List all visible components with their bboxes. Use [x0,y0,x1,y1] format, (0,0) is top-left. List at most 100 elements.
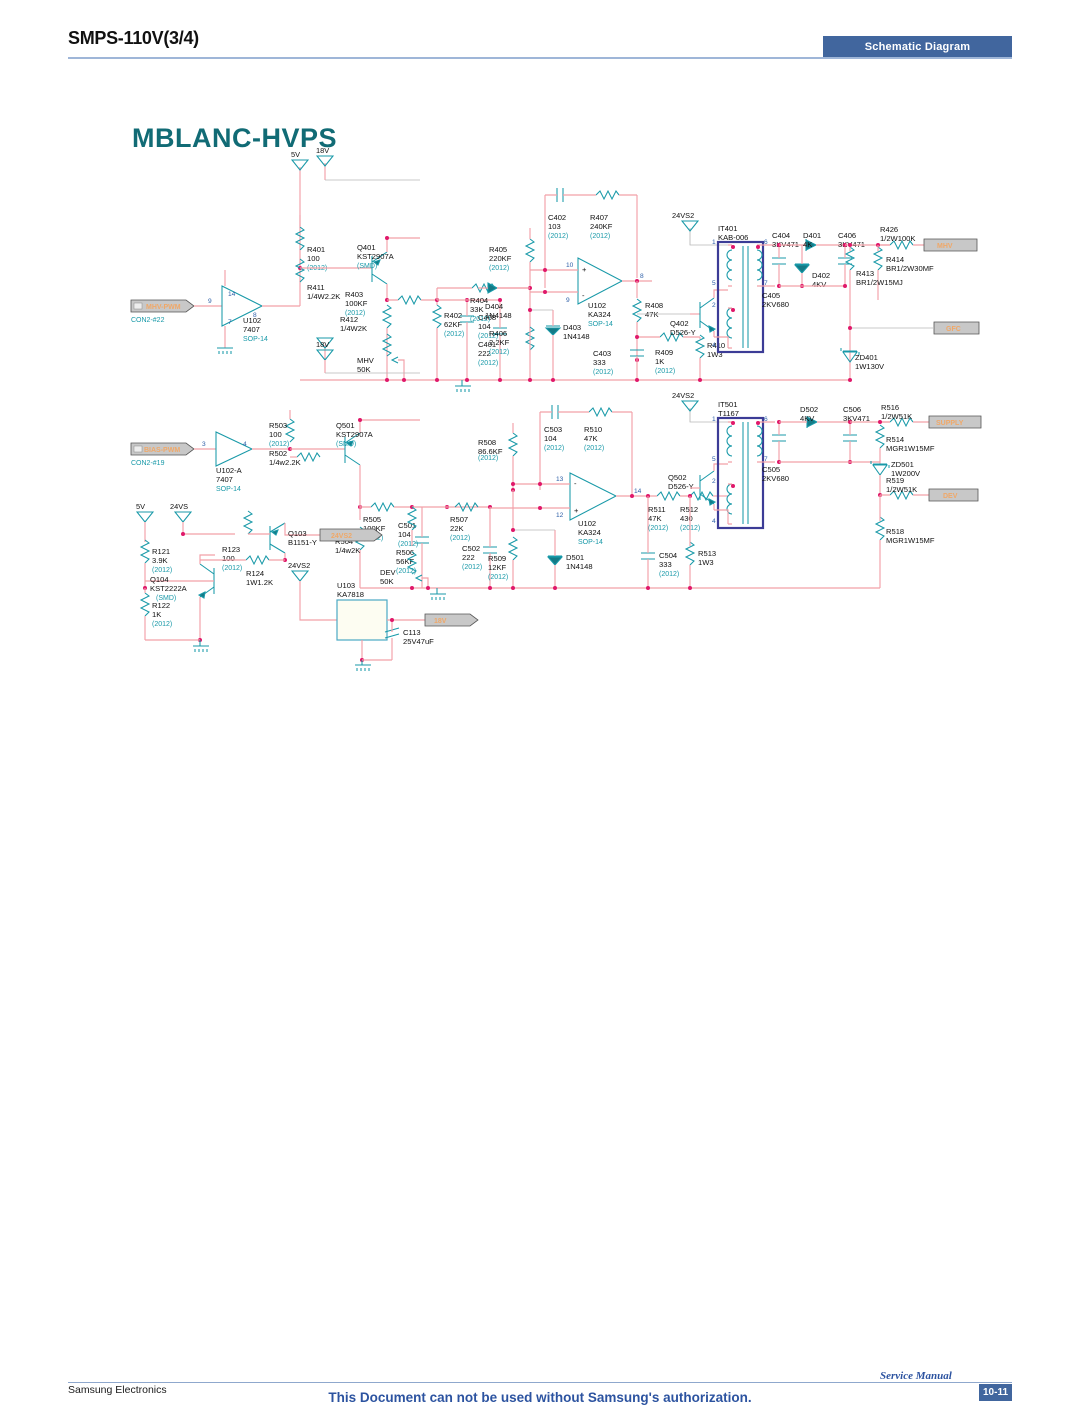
schematic-drawing: 5V 18V MHV-PWM CON2-#22 9 14 8 7 U102 74… [130,146,982,671]
r413-ref: R413 [856,269,874,278]
r507-pkg: (2012) [450,535,470,542]
net-tag-supply-out-label: SUPPLY [936,420,964,427]
r411-val: 1/4W2.2K [307,292,340,301]
footer-page-number: 10-11 [979,1384,1012,1401]
r410-ref: R410 [707,341,725,350]
d404-val: 1N4148 [485,311,512,320]
net-tag-mhv-out[interactable]: MHV [923,238,978,252]
net-tag-gfc-out[interactable]: GFC [933,321,980,335]
r123-ref: R123 [222,545,240,554]
r414-ref: R414 [886,255,904,264]
junction-dot [488,586,492,590]
r411-ref: R411 [307,283,325,292]
r122-pkg: (2012) [152,621,172,628]
r124-ref: R124 [246,569,264,578]
component-c402: C402 103 (2012) [545,188,585,240]
net-tag-bias-pwm[interactable]: BIAS-PWM CON2-#19 [130,442,195,467]
r426-val: 1/2W100K [880,234,915,243]
zd401-val: 1W130V [855,362,885,371]
pin-9-u102: 9 [208,298,212,305]
net-tag-18v-out[interactable]: 18V [424,613,479,627]
it501-pin-2: 2 [712,478,716,485]
r502-ref: R502 [269,449,287,458]
r121-pkg: (2012) [152,567,172,574]
c403-pkg: (2012) [593,369,613,376]
junction-dot [698,378,702,382]
net-tag-supply-out[interactable]: SUPPLY [928,415,982,429]
r511-ref: R511 [648,505,666,514]
rail-label-24vs2-bottom: 24VS2 [672,391,694,400]
r506-ref: R506 [396,548,414,557]
it501-pin-6: 6 [764,416,768,423]
r516-ref: R516 [881,403,899,412]
r409-ref: R409 [655,348,673,357]
net-tag-mhv-pwm-label: MHV-PWM [146,304,181,311]
component-r414: R414 BR1/2W30MF [872,245,934,300]
junction-dot [465,378,469,382]
net-tag-24vs2-out[interactable]: 24VS2 [319,528,383,542]
zd501-ref: ZD501 [891,460,914,469]
u102a-pkg: SOP-14 [216,486,241,493]
component-u102-7407: 14 8 7 U102 7407 SOP-14 [217,270,300,354]
u102-pkg: SOP-14 [243,336,268,343]
r512-val: 430 [680,514,693,523]
component-r402: R402 62KF (2012) [431,300,464,380]
r518-val: MGR1W15MF [886,536,935,545]
zd401-ref: ZD401 [855,353,878,362]
it501-pin-4: 4 [712,518,716,525]
r405-pkg: (2012) [489,265,509,272]
d401-val: 4K [803,240,812,249]
junction-dot [646,586,650,590]
r514-ref: R514 [886,435,904,444]
component-d404: D404 1N4148 [478,282,530,320]
c502-val: 222 [462,553,475,562]
r414-val: BR1/2W30MF [886,264,934,273]
net-tag-gfc-out-label: GFC [946,326,961,333]
c506-ref: C506 [843,405,861,414]
component-r507: R507 22K (2012) [450,501,479,542]
u102b-pkg: SOP-14 [588,321,613,328]
r403-ref: R403 [345,290,363,299]
c403-val: 333 [593,358,606,367]
schematic-diagram-badge: Schematic Diagram [823,36,1012,57]
r407-pkg: (2012) [590,233,610,240]
q104-ref: Q104 [150,575,169,584]
r511-val: 47K [648,514,662,523]
junction-dot [878,420,882,424]
r406-val: 2.2KF [489,338,510,347]
r122-val: 1K [152,610,161,619]
junction-dot [511,482,515,486]
r408-ref: R408 [645,301,663,310]
footer-manual-label: Service Manual [880,1370,952,1382]
r409-val: 1K [655,357,664,366]
r413-val: BR1/2W15MJ [856,278,903,287]
rail-label-5v-top: 5V [291,150,300,159]
component-c505: C505 2KV680 [762,422,789,483]
net-tag-dev-out[interactable]: DEV [928,488,979,502]
component-q501: Q501 KST2907A (SMD) [336,419,420,485]
page-footer: Samsung Electronics This Document can no… [0,680,1080,1405]
it401-pin-7: 7 [764,280,768,287]
component-r519: R519 1/2W51K [880,476,929,501]
c504-ref: C504 [659,551,677,560]
d502-ref: D502 [800,405,818,414]
component-u102-ka324-top: 10 9 8 + - U102 KA324 SOP-14 [545,257,652,328]
junction-dot [410,586,414,590]
r121-val: 3.9K [152,556,168,565]
u102a-ref: U102-A [216,466,243,475]
c405-val: 2KV680 [762,300,789,309]
component-c403: C403 333 (2012) [593,349,644,380]
junction-dot [358,418,362,422]
r124-val: 1W1.2K [246,578,273,587]
net-tag-mhv-pwm-connector: CON2-#22 [131,317,165,324]
net-tag-mhv-pwm[interactable]: MHV-PWM CON2-#22 [130,299,195,324]
svg-text:-: - [574,479,577,488]
r504-val: 1/4w2K [335,546,360,555]
pin-14-u102: 14 [228,291,236,298]
r509-val: 12KF [488,563,507,572]
pin-9-ka324: 9 [566,297,570,304]
c505-ref: C505 [762,465,780,474]
d501-val: 1N4148 [566,562,593,571]
c404-ref: C404 [772,231,790,240]
page-title: SMPS-110V(3/4) [68,28,199,48]
